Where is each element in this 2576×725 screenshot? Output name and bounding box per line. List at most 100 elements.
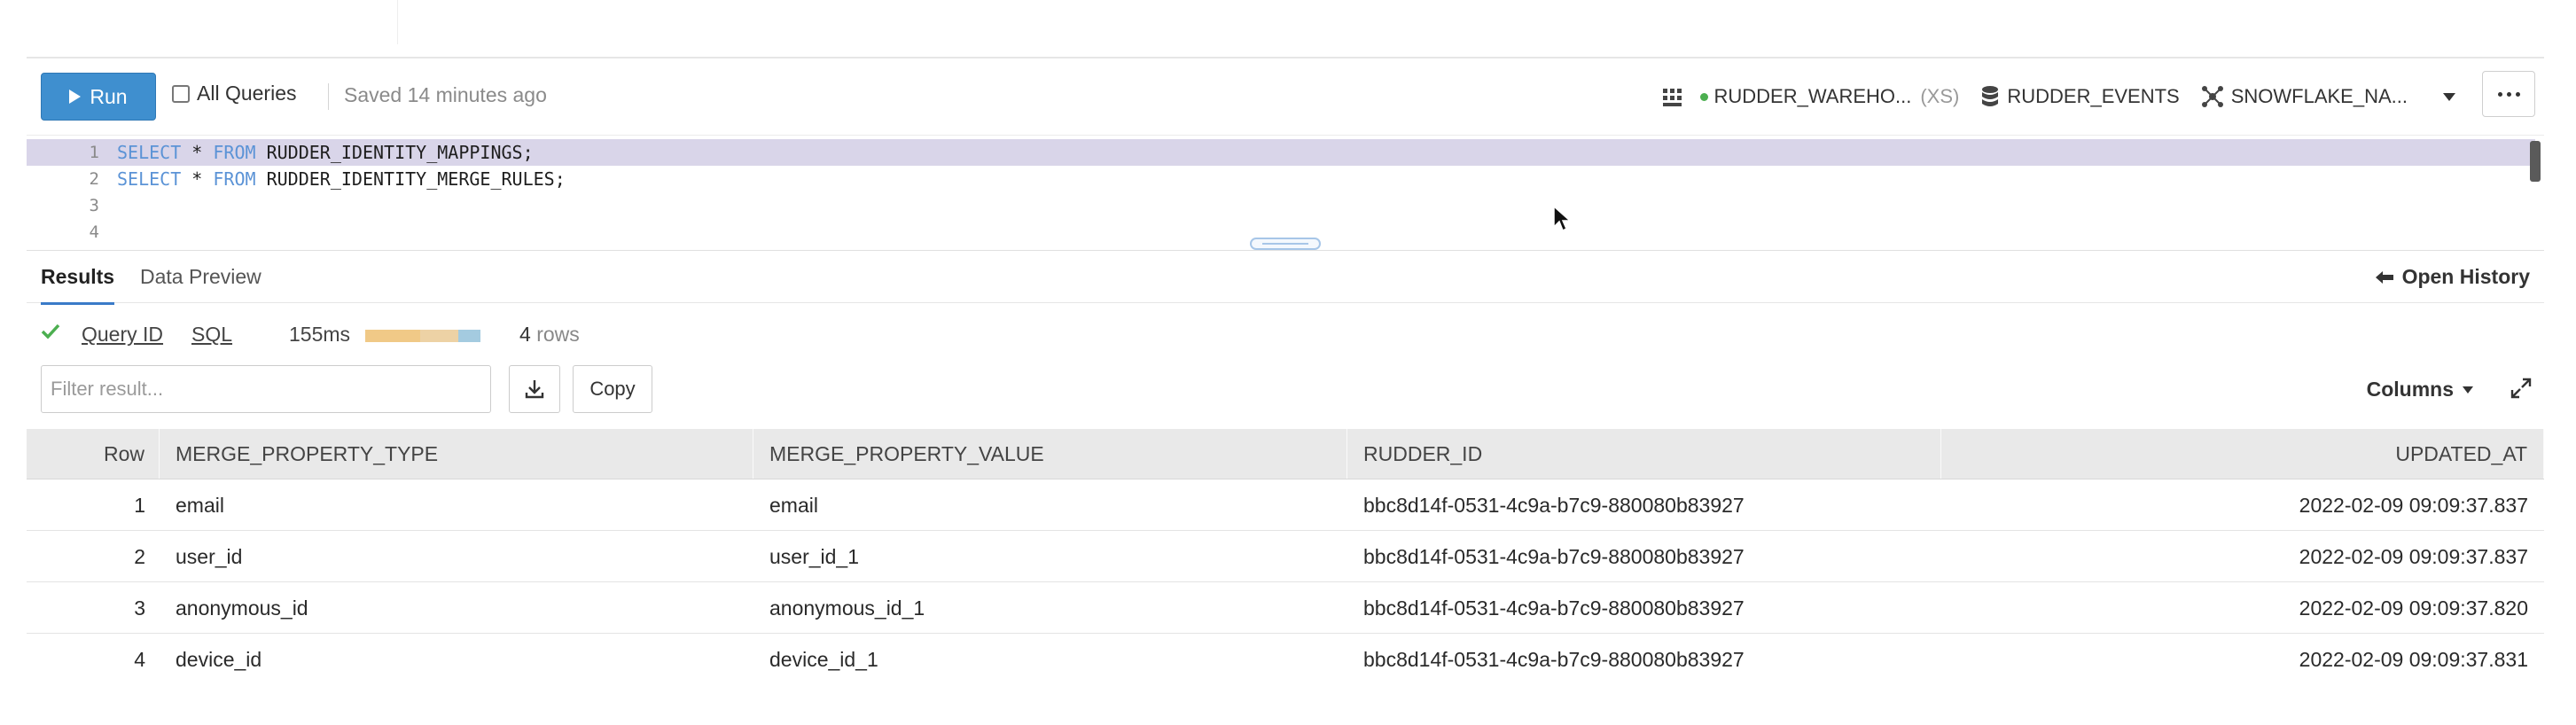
sql-keyword: FROM [213,142,256,163]
row-count: 4 rows [519,323,580,347]
table-cell[interactable]: bbc8d14f-0531-4c9a-b7c9-880080b83927 [1347,635,1941,684]
more-icon [2497,91,2502,97]
expand-icon[interactable] [2510,378,2532,399]
column-header-merge-property-type[interactable]: MERGE_PROPERTY_TYPE [160,429,753,479]
warehouse-name: RUDDER_WAREHO... [1713,85,1912,107]
chevron-down-icon[interactable] [2443,92,2455,101]
table-cell[interactable]: 2022-02-09 09:09:37.831 [1941,635,2544,684]
sql-token: * [181,142,214,163]
table-cell[interactable]: 2022-02-09 09:09:37.837 [1941,480,2544,530]
database-selector[interactable]: RUDDER_EVENTS [1980,85,2180,108]
table-cell[interactable]: email [753,480,1347,530]
open-history-label: Open History [2401,265,2530,288]
tab-results[interactable]: Results [41,265,115,305]
schema-name: SNOWFLAKE_NA... [2230,85,2408,107]
query-status: Query ID SQL 155ms 4 rows [27,310,2544,356]
tab-data-preview[interactable]: Data Preview [140,265,262,289]
more-icon-dot [2506,91,2511,97]
database-name: RUDDER_EVENTS [2007,85,2180,107]
query-duration: 155ms [289,323,351,346]
sql-link[interactable]: SQL [191,323,232,347]
table-header-row: Row MERGE_PROPERTY_TYPE MERGE_PROPERTY_V… [27,429,2544,479]
sql-token: RUDDER_IDENTITY_MERGE_RULES; [255,168,566,190]
row-count-label: rows [536,323,580,346]
query-id-link[interactable]: Query ID [82,323,163,347]
line-number: 1 [89,143,99,162]
top-strip [0,0,2576,57]
mouse-cursor-icon [1553,206,1572,232]
open-history-button[interactable]: Open History [2375,265,2530,289]
table-cell[interactable]: 2022-02-09 09:09:37.820 [1941,583,2544,633]
table-cell[interactable]: 2 [27,532,160,581]
result-actions: Copy Columns [27,365,2544,420]
timing-segment [420,330,459,342]
more-options-button[interactable] [2482,71,2535,117]
download-icon [525,380,544,399]
timing-bar[interactable] [365,330,480,342]
pane-resize-handle[interactable] [1250,238,1321,250]
row-count-value: 4 [519,323,531,346]
results-tabs: Results Data Preview Open History [27,250,2544,305]
columns-dropdown[interactable]: Columns [2367,378,2473,401]
play-icon [69,90,82,104]
line-number: 4 [89,222,99,242]
table-cell[interactable]: bbc8d14f-0531-4c9a-b7c9-880080b83927 [1347,583,1941,633]
context-selector[interactable]: RUDDER_WAREHO... (XS) RUDDER_EVENTS SNOW… [1640,82,2455,112]
column-header-row[interactable]: Row [27,429,160,479]
saved-status: Saved 14 minutes ago [344,83,547,106]
sql-editor[interactable]: 1 SELECT * FROM RUDDER_IDENTITY_MAPPINGS… [27,135,2544,249]
table-cell[interactable]: 4 [27,635,160,684]
run-button-label: Run [90,84,128,108]
column-header-merge-property-value[interactable]: MERGE_PROPERTY_VALUE [753,429,1347,479]
toolbar-divider [328,83,329,110]
column-header-updated-at[interactable]: UPDATED_AT [1941,429,2544,479]
all-queries-toggle[interactable]: All Queries [172,82,296,105]
all-queries-checkbox[interactable] [172,84,190,103]
worksheet-panel: Run All Queries Saved 14 minutes ago RUD… [27,57,2544,686]
table-cell[interactable]: 1 [27,480,160,530]
sql-token: RUDDER_IDENTITY_MAPPINGS; [255,142,534,163]
table-cell[interactable]: email [160,480,753,530]
table-cell[interactable]: 2022-02-09 09:09:37.837 [1941,532,2544,581]
warehouse-selector[interactable]: RUDDER_WAREHO... (XS) [1661,85,1959,108]
code-line: SELECT * FROM RUDDER_IDENTITY_MERGE_RULE… [117,166,566,192]
code-line: SELECT * FROM RUDDER_IDENTITY_MAPPINGS; [117,139,534,166]
schema-icon [2201,86,2223,107]
table-cell[interactable]: device_id [160,635,753,684]
download-button[interactable] [509,365,560,413]
editor-scrollbar[interactable] [2530,141,2541,182]
table-cell[interactable]: user_id_1 [753,532,1347,581]
sql-keyword: SELECT [117,142,182,163]
table-cell[interactable]: bbc8d14f-0531-4c9a-b7c9-880080b83927 [1347,480,1941,530]
table-row[interactable]: 4 device_id device_id_1 bbc8d14f-0531-4c… [27,635,2544,684]
table-row[interactable]: 2 user_id user_id_1 bbc8d14f-0531-4c9a-b… [27,532,2544,582]
schema-selector[interactable]: SNOWFLAKE_NA... [2201,85,2455,108]
table-cell[interactable]: 3 [27,583,160,633]
line-number: 3 [89,196,99,215]
copy-button[interactable]: Copy [573,365,652,413]
table-cell[interactable]: anonymous_id_1 [753,583,1347,633]
table-cell[interactable]: device_id_1 [753,635,1347,684]
divider [397,0,398,44]
table-cell[interactable]: anonymous_id [160,583,753,633]
run-button[interactable]: Run [41,73,156,121]
line-number: 2 [89,169,99,189]
table-row[interactable]: 1 email email bbc8d14f-0531-4c9a-b7c9-88… [27,480,2544,531]
table-row[interactable]: 3 anonymous_id anonymous_id_1 bbc8d14f-0… [27,583,2544,634]
filter-result-input[interactable] [41,365,491,413]
editor-line[interactable]: 1 SELECT * FROM RUDDER_IDENTITY_MAPPINGS… [27,139,2535,166]
all-queries-label: All Queries [197,82,297,105]
timing-segment [365,330,421,342]
sql-keyword: SELECT [117,168,182,190]
chevron-down-icon [2463,386,2473,394]
warehouse-size: (XS) [1920,85,1960,107]
column-header-rudder-id[interactable]: RUDDER_ID [1347,429,1941,479]
editor-line[interactable]: 3 [27,192,2535,219]
editor-line[interactable]: 2 SELECT * FROM RUDDER_IDENTITY_MERGE_RU… [27,166,2535,192]
table-cell[interactable]: bbc8d14f-0531-4c9a-b7c9-880080b83927 [1347,532,1941,581]
success-check-icon [41,324,60,339]
query-toolbar: Run All Queries Saved 14 minutes ago RUD… [27,58,2544,135]
sql-keyword: FROM [213,168,256,190]
table-cell[interactable]: user_id [160,532,753,581]
timing-segment [458,330,480,342]
